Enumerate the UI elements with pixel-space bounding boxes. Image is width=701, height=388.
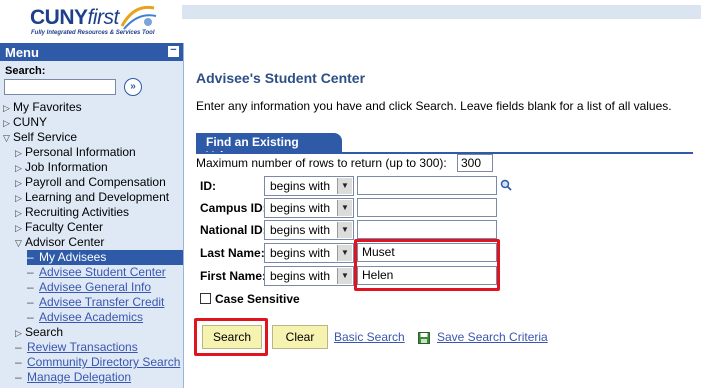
menu-item-community-directory[interactable]: – Community Directory Search: [0, 355, 183, 370]
triangle-right-icon: ▷: [15, 178, 22, 188]
lookup-magnifier-icon[interactable]: [500, 179, 512, 191]
triangle-right-icon: ▷: [15, 208, 22, 218]
dash-icon: –: [27, 265, 34, 279]
page-title: Advisee's Student Center: [196, 70, 366, 86]
case-sensitive-row[interactable]: Case Sensitive: [200, 292, 300, 306]
instructions: Enter any information you have and click…: [196, 99, 672, 113]
id-input[interactable]: [357, 176, 497, 195]
field-label: Last Name:: [200, 246, 265, 260]
header-band: [182, 5, 701, 19]
menu-search-label: Search:: [5, 65, 46, 77]
dash-icon: –: [15, 340, 22, 354]
field-label: Campus ID:: [200, 201, 267, 215]
logo-swirl-icon: [120, 5, 157, 30]
max-rows-input[interactable]: 300: [457, 154, 493, 172]
triangle-right-icon: ▷: [15, 328, 22, 338]
last-name-operator-select[interactable]: begins with ▼: [264, 243, 354, 263]
menu-item-advisee-general-info[interactable]: – Advisee General Info: [0, 280, 183, 295]
triangle-right-icon: ▷: [3, 103, 10, 113]
id-operator-select[interactable]: begins with ▼: [264, 176, 354, 196]
clear-button[interactable]: Clear: [272, 325, 328, 349]
menu-item-manage-delegation[interactable]: – Manage Delegation: [0, 370, 183, 385]
triangle-down-icon: ▽: [15, 238, 22, 248]
menu-title: Menu: [5, 45, 39, 60]
triangle-right-icon: ▷: [15, 223, 22, 233]
menu-search-input[interactable]: [4, 79, 116, 95]
menu-item-advisee-student-center[interactable]: – Advisee Student Center: [0, 265, 183, 280]
dropdown-arrow-icon: ▼: [337, 178, 352, 194]
menu-item-cuny[interactable]: ▷ CUNY: [0, 115, 183, 130]
menu-item-advisor-center[interactable]: ▽ Advisor Center: [0, 235, 183, 250]
menu-list: ▷ My Favorites ▷ CUNY ▽ Self Service ▷ Perso…: [0, 100, 183, 385]
first-name-operator-select[interactable]: begins with ▼: [264, 266, 354, 286]
case-sensitive-label: Case Sensitive: [215, 292, 300, 306]
dropdown-arrow-icon: ▼: [337, 245, 352, 261]
menu-search-go-button[interactable]: »: [124, 78, 142, 96]
collapse-menu-icon[interactable]: −: [168, 45, 179, 57]
field-row-campus-id: Campus ID: begins with ▼: [196, 198, 696, 218]
menu-header: Menu −: [0, 43, 183, 61]
max-rows-label: Maximum number of rows to return (up to …: [196, 156, 447, 170]
triangle-right-icon: ▷: [3, 118, 10, 128]
menu-item-learning[interactable]: ▷ Learning and Development: [0, 190, 183, 205]
dash-icon: –: [27, 295, 34, 309]
logo-tagline: Fully Integrated Resources & Services To…: [31, 30, 155, 36]
menu-item-advisee-transfer-credit[interactable]: – Advisee Transfer Credit: [0, 295, 183, 310]
tab-underline: [196, 152, 693, 154]
national-id-input[interactable]: [357, 220, 497, 239]
dash-icon: –: [27, 280, 34, 294]
header: CUNYfirst Fully Integrated Resources & S…: [0, 0, 701, 42]
dash-icon: –: [27, 250, 34, 264]
triangle-right-icon: ▷: [15, 163, 22, 173]
logo-main: CUNY: [30, 6, 88, 29]
dropdown-arrow-icon: ▼: [337, 200, 352, 216]
cunyfirst-logo: CUNYfirst: [30, 6, 119, 30]
save-icon[interactable]: [418, 332, 430, 344]
save-search-criteria-link[interactable]: Save Search Criteria: [437, 330, 548, 344]
menu-item-my-advisees[interactable]: – My Advisees: [27, 250, 183, 265]
basic-search-link[interactable]: Basic Search: [334, 330, 405, 344]
dash-icon: –: [27, 310, 34, 324]
menu-item-faculty-center[interactable]: ▷ Faculty Center: [0, 220, 183, 235]
field-label: ID:: [200, 179, 216, 193]
triangle-right-icon: ▷: [15, 193, 22, 203]
dash-icon: –: [15, 355, 22, 369]
field-label: First Name:: [200, 269, 267, 283]
field-row-national-id: National ID: begins with ▼: [196, 220, 696, 240]
field-label: National ID:: [200, 223, 267, 237]
name-fields-highlight: [354, 239, 500, 291]
navigation-menu: Menu − Search: » ▷ My Favorites ▷ CUNY ▽ Se…: [0, 43, 184, 388]
menu-item-payroll[interactable]: ▷ Payroll and Compensation: [0, 175, 183, 190]
campus-id-operator-select[interactable]: begins with ▼: [264, 198, 354, 218]
menu-item-job-information[interactable]: ▷ Job Information: [0, 160, 183, 175]
menu-item-self-service[interactable]: ▽ Self Service: [0, 130, 183, 145]
dropdown-arrow-icon: ▼: [337, 222, 352, 238]
menu-item-my-favorites[interactable]: ▷ My Favorites: [0, 100, 183, 115]
logo-first: first: [87, 6, 120, 29]
search-button-highlight: [194, 318, 268, 356]
menu-item-search[interactable]: ▷ Search: [0, 325, 183, 340]
menu-item-personal-information[interactable]: ▷ Personal Information: [0, 145, 183, 160]
triangle-right-icon: ▷: [15, 148, 22, 158]
menu-item-review-transactions[interactable]: – Review Transactions: [0, 340, 183, 355]
dropdown-arrow-icon: ▼: [337, 268, 352, 284]
campus-id-input[interactable]: [357, 198, 497, 217]
national-id-operator-select[interactable]: begins with ▼: [264, 220, 354, 240]
menu-item-recruiting[interactable]: ▷ Recruiting Activities: [0, 205, 183, 220]
tab-find-existing-value[interactable]: Find an Existing Value: [196, 133, 342, 163]
dash-icon: –: [15, 370, 22, 384]
triangle-down-icon: ▽: [3, 133, 10, 143]
menu-item-advisee-academics[interactable]: – Advisee Academics: [0, 310, 183, 325]
field-row-id: ID: begins with ▼: [196, 176, 696, 196]
case-sensitive-checkbox[interactable]: [200, 293, 211, 304]
